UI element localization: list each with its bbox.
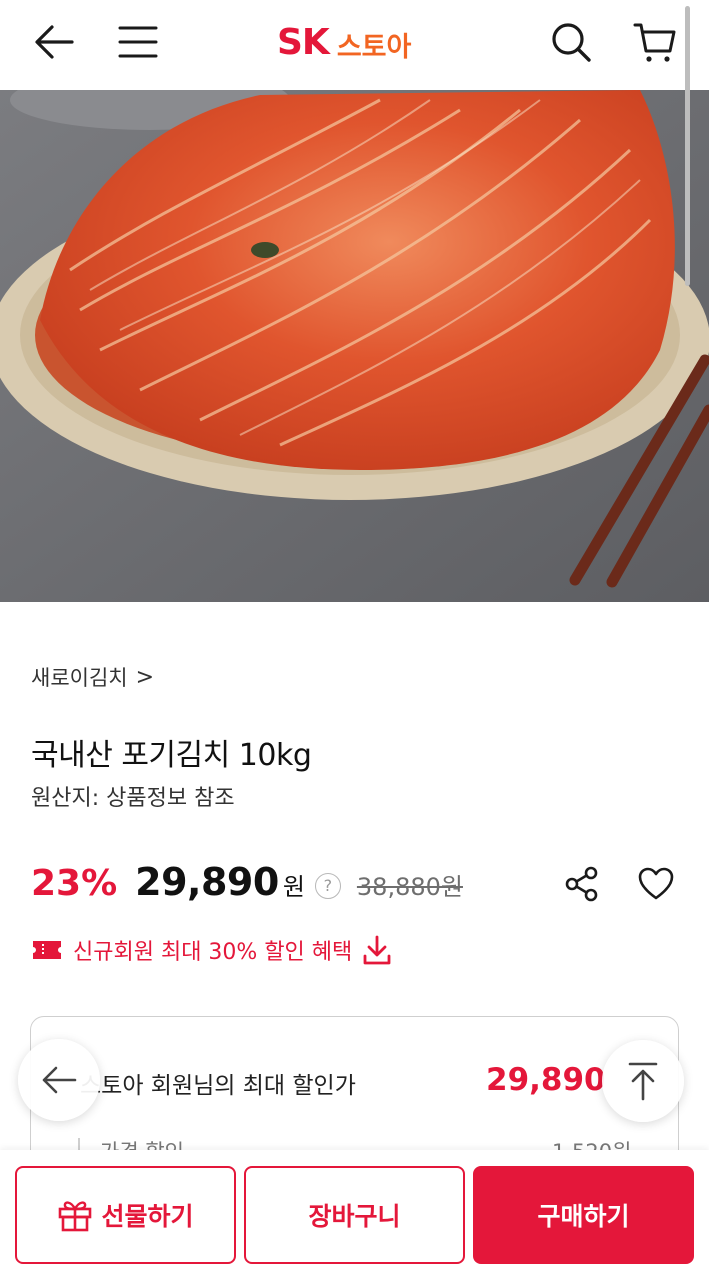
arrow-left-icon xyxy=(35,25,74,59)
search-icon xyxy=(552,23,591,62)
price-help-icon[interactable]: ? xyxy=(314,872,341,899)
arrow-up-icon xyxy=(628,1062,658,1101)
member-price-label: 스토아 회원님의 최대 할인가 xyxy=(80,1073,356,1099)
scroll-top-button[interactable] xyxy=(602,1040,684,1122)
new-member-coupon[interactable]: 신규회원 최대 30% 할인 혜택 xyxy=(31,928,392,972)
download-icon xyxy=(362,934,392,966)
product-image[interactable] xyxy=(0,90,709,602)
page-scrollbar[interactable] xyxy=(685,6,690,286)
buy-now-button[interactable]: 구매하기 xyxy=(473,1166,694,1264)
product-title: 국내산 포기김치 10kg xyxy=(31,738,312,773)
shopping-cart-icon xyxy=(633,23,676,62)
wishlist-button[interactable] xyxy=(634,862,678,906)
previous-button[interactable] xyxy=(18,1039,100,1121)
gift-label: 선물하기 xyxy=(101,1202,194,1231)
share-button[interactable] xyxy=(560,862,604,906)
hamburger-menu-icon xyxy=(118,26,158,58)
brand-name: 새로이김치 xyxy=(31,666,128,690)
coupon-text: 신규회원 최대 30% 할인 혜택 xyxy=(73,940,353,965)
menu-button[interactable] xyxy=(110,14,166,70)
chevron-right-icon: > xyxy=(135,664,155,690)
sk-stoa-logo[interactable]: SK 스토아 xyxy=(277,18,411,66)
arrow-left-icon xyxy=(42,1066,77,1094)
heart-icon xyxy=(638,867,674,900)
logo-primary: SK xyxy=(277,21,330,63)
cart-label: 장바구니 xyxy=(308,1202,401,1231)
search-button[interactable] xyxy=(543,14,599,70)
share-icon xyxy=(565,866,598,902)
top-header: SK 스토아 xyxy=(0,0,709,90)
member-price-value: 29,890 xyxy=(486,1062,606,1098)
ticket-icon xyxy=(33,941,61,959)
back-button[interactable] xyxy=(26,14,82,70)
logo-secondary: 스토아 xyxy=(336,31,412,63)
discount-rate: 23% xyxy=(31,863,118,904)
gift-icon xyxy=(57,1197,93,1233)
brand-link[interactable]: 새로이김치 > xyxy=(31,662,154,692)
gift-button[interactable]: 선물하기 xyxy=(15,1166,236,1264)
currency-unit: 원 xyxy=(282,873,305,901)
add-to-cart-button[interactable]: 장바구니 xyxy=(244,1166,465,1264)
price-row: 23% 29,890 원 ? 38,880원 xyxy=(31,860,463,910)
buy-label: 구매하기 xyxy=(537,1202,630,1231)
original-price: 38,880원 xyxy=(356,873,463,901)
cart-button[interactable] xyxy=(626,14,682,70)
kimchi-on-plate-image xyxy=(0,90,709,602)
bottom-action-bar: 선물하기 장바구니 구매하기 xyxy=(0,1150,709,1280)
sale-price: 29,890 xyxy=(135,860,279,904)
product-origin: 원산지: 상품정보 참조 xyxy=(31,786,235,811)
